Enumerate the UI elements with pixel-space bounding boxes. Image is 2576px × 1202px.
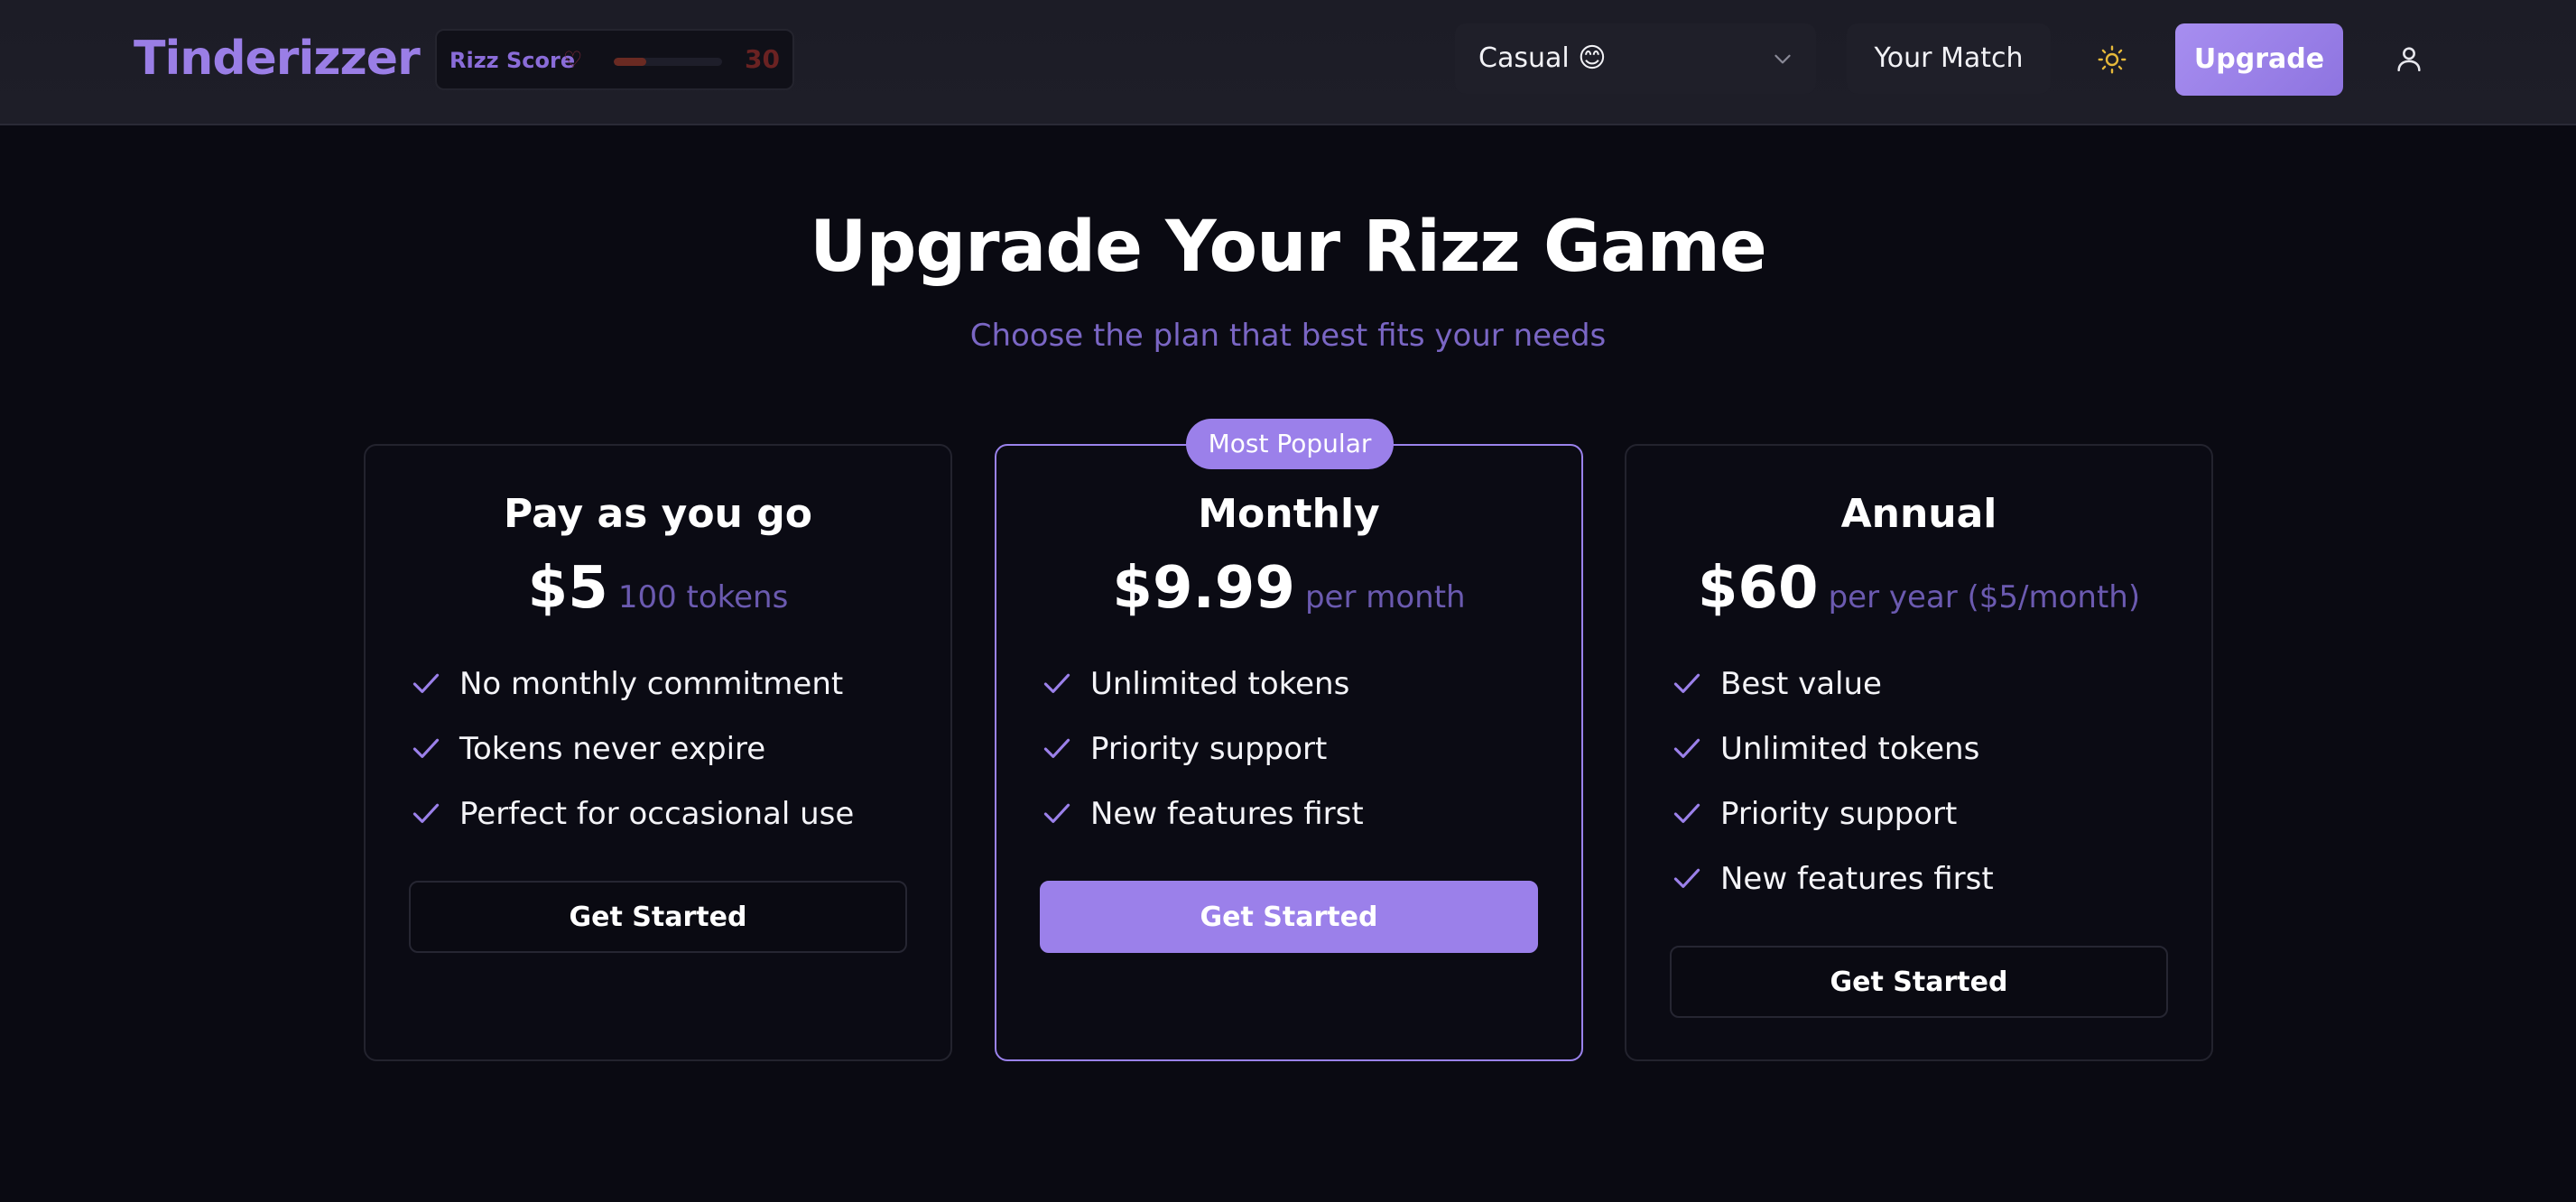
chevron-down-icon [1774, 54, 1791, 64]
check-icon [1673, 673, 1700, 693]
check-icon [1043, 738, 1070, 758]
feature-item: New features first [1040, 789, 1364, 854]
feature-text: New features first [1090, 796, 1364, 832]
feature-text: No monthly commitment [459, 666, 844, 702]
page-title: Upgrade Your Rizz Game [810, 207, 1767, 288]
check-icon [412, 738, 440, 758]
check-icon [1043, 803, 1070, 823]
get-started-button[interactable]: Get Started [1670, 946, 2168, 1018]
check-icon [1673, 868, 1700, 888]
feature-text: Tokens never expire [459, 731, 766, 767]
feature-item: Best value [1670, 659, 1994, 724]
check-icon [1673, 803, 1700, 823]
plan-name: Pay as you go [504, 491, 812, 537]
page-subtitle: Choose the plan that best fits your need… [969, 318, 1607, 354]
plan-price-row: $5 100 tokens [366, 552, 950, 639]
feature-text: Priority support [1090, 731, 1328, 767]
feature-item: Perfect for occasional use [409, 789, 854, 854]
plan-name: Annual [1840, 491, 1997, 537]
feature-item: Unlimited tokens [1670, 724, 1994, 789]
feature-item: Tokens never expire [409, 724, 854, 789]
rizz-score-bar-fill [614, 58, 646, 66]
mode-select-value: Casual 😊 [1478, 42, 1607, 74]
plan-period: per year ($5/month) [1828, 579, 2141, 615]
feature-list: Unlimited tokens Priority support New fe… [1040, 659, 1364, 854]
get-started-button[interactable]: Get Started [1040, 881, 1538, 953]
plan-card-annual: Annual $60 per year ($5/month) Best valu… [1625, 444, 2213, 1061]
check-icon [412, 673, 440, 693]
top-nav: Tinderizzer Rizz Score ♡ 30 Casual 😊 You… [0, 0, 2576, 125]
plan-period: per month [1304, 579, 1466, 615]
mode-select[interactable]: Casual 😊 [1455, 23, 1816, 94]
your-match-button[interactable]: Your Match [1847, 23, 2051, 94]
feature-list: No monthly commitment Tokens never expir… [409, 659, 854, 854]
plan-price: $5 [527, 555, 608, 622]
most-popular-badge: Most Popular [1186, 419, 1394, 469]
app-logo[interactable]: Tinderizzer [134, 27, 421, 90]
feature-item: Unlimited tokens [1040, 659, 1364, 724]
plan-card-pay-as-you-go: Pay as you go $5 100 tokens No monthly c… [364, 444, 952, 1061]
feature-item: New features first [1670, 854, 1994, 919]
feature-item: Priority support [1670, 789, 1994, 854]
plan-price: $9.99 [1112, 555, 1295, 622]
feature-item: No monthly commitment [409, 659, 854, 724]
plan-card-monthly: Most Popular Monthly $9.99 per month Unl… [995, 419, 1583, 1061]
plan-price: $60 [1697, 555, 1819, 622]
plan-price-row: $60 per year ($5/month) [1626, 552, 2211, 639]
feature-list: Best value Unlimited tokens Priority sup… [1670, 659, 1994, 919]
rizz-score-bar [614, 58, 722, 66]
get-started-button[interactable]: Get Started [409, 881, 907, 953]
feature-text: New features first [1720, 861, 1994, 897]
check-icon [412, 803, 440, 823]
check-icon [1043, 673, 1070, 693]
feature-item: Priority support [1040, 724, 1364, 789]
plan-price-row: $9.99 per month [996, 552, 1581, 639]
upgrade-button[interactable]: Upgrade [2175, 23, 2343, 96]
heart-icon: ♡ [563, 47, 583, 72]
check-icon [1673, 738, 1700, 758]
feature-text: Unlimited tokens [1720, 731, 1980, 767]
feature-text: Best value [1720, 666, 1882, 702]
plan-name: Monthly [1198, 491, 1380, 537]
rizz-score-value: 30 [745, 44, 780, 74]
sun-icon[interactable] [2096, 43, 2128, 76]
user-icon[interactable] [2394, 43, 2424, 74]
rizz-score-widget: Rizz Score ♡ 30 [435, 29, 794, 90]
plan-period: 100 tokens [617, 579, 789, 615]
feature-text: Priority support [1720, 796, 1958, 832]
rizz-score-label: Rizz Score [449, 48, 576, 73]
feature-text: Perfect for occasional use [459, 796, 855, 832]
feature-text: Unlimited tokens [1090, 666, 1350, 702]
